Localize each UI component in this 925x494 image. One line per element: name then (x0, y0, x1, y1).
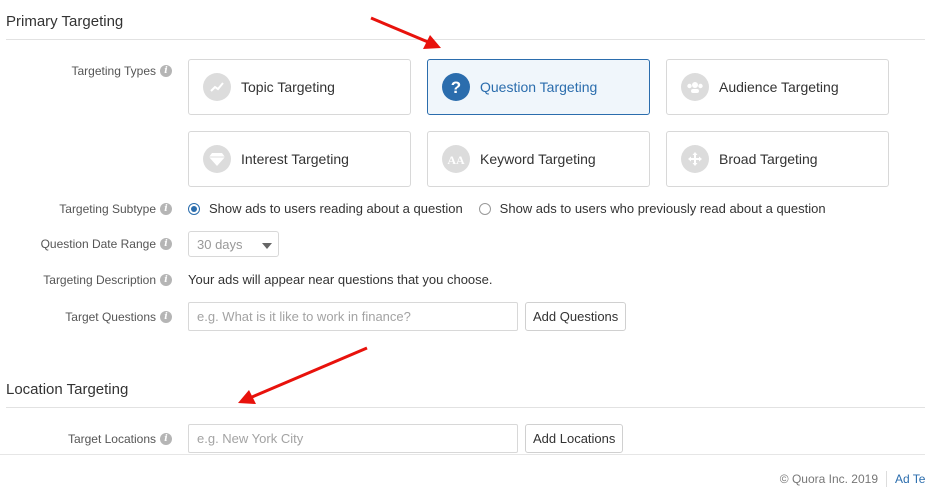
move-icon (681, 145, 709, 173)
card-label: Keyword Targeting (480, 151, 596, 167)
info-icon[interactable]: i (160, 311, 172, 323)
location-targeting-title: Location Targeting (6, 381, 129, 398)
target-questions-input[interactable] (188, 302, 518, 331)
section-divider (6, 407, 925, 408)
card-label: Question Targeting (480, 79, 598, 95)
card-label: Interest Targeting (241, 151, 349, 167)
targeting-types-label: Targeting Types i (72, 64, 172, 78)
card-label: Audience Targeting (719, 79, 839, 95)
trend-icon (203, 73, 231, 101)
targeting-subtype-label: Targeting Subtype i (59, 202, 172, 216)
info-icon[interactable]: i (160, 433, 172, 445)
radio-reading-question[interactable] (188, 202, 200, 215)
copyright-text: © Quora Inc. 2019 (779, 472, 878, 486)
info-icon[interactable]: i (160, 274, 172, 286)
section-divider (6, 39, 925, 40)
keyword-icon: AA (442, 145, 470, 173)
footer-divider (0, 454, 925, 455)
add-locations-button[interactable]: Add Locations (525, 424, 624, 453)
primary-targeting-title: Primary Targeting (6, 13, 124, 30)
people-icon (681, 73, 709, 101)
card-keyword-targeting[interactable]: AA Keyword Targeting (427, 131, 650, 187)
info-icon[interactable]: i (160, 65, 172, 77)
svg-text:?: ? (451, 78, 461, 96)
target-locations-input[interactable] (188, 424, 518, 453)
add-questions-button[interactable]: Add Questions (525, 302, 627, 331)
subtype-radio-group: Show ads to users reading about a questi… (188, 201, 826, 216)
card-topic-targeting[interactable]: Topic Targeting (188, 59, 411, 115)
footer: © Quora Inc. 2019 Ad Te (780, 471, 925, 487)
radio-previously-read[interactable] (478, 202, 491, 215)
radio-label[interactable]: Show ads to users reading about a questi… (209, 201, 463, 216)
chevron-down-icon (262, 237, 272, 252)
diamond-icon (203, 145, 231, 173)
date-range-select[interactable]: 30 days (188, 231, 279, 257)
arrow-to-question-targeting (370, 16, 441, 49)
card-question-targeting[interactable]: ? Question Targeting (427, 59, 650, 115)
select-value: 30 days (197, 236, 243, 252)
date-range-label: Question Date Range i (41, 237, 172, 251)
footer-link[interactable]: Ad Te (895, 472, 925, 486)
arrow-to-location-targeting (238, 346, 368, 404)
card-label: Topic Targeting (241, 79, 335, 95)
target-questions-label: Target Questions i (65, 310, 172, 324)
radio-label[interactable]: Show ads to users who previously read ab… (500, 201, 826, 216)
targeting-description-text: Your ads will appear near questions that… (188, 272, 493, 287)
question-icon: ? (442, 73, 470, 101)
card-interest-targeting[interactable]: Interest Targeting (188, 131, 411, 187)
targeting-description-label: Targeting Description i (43, 273, 172, 287)
footer-separator (886, 471, 887, 487)
card-audience-targeting[interactable]: Audience Targeting (666, 59, 889, 115)
info-icon[interactable]: i (160, 238, 172, 250)
card-broad-targeting[interactable]: Broad Targeting (666, 131, 889, 187)
card-label: Broad Targeting (719, 151, 818, 167)
target-locations-label: Target Locations i (68, 432, 172, 446)
svg-text:AA: AA (447, 153, 465, 166)
info-icon[interactable]: i (160, 203, 172, 215)
